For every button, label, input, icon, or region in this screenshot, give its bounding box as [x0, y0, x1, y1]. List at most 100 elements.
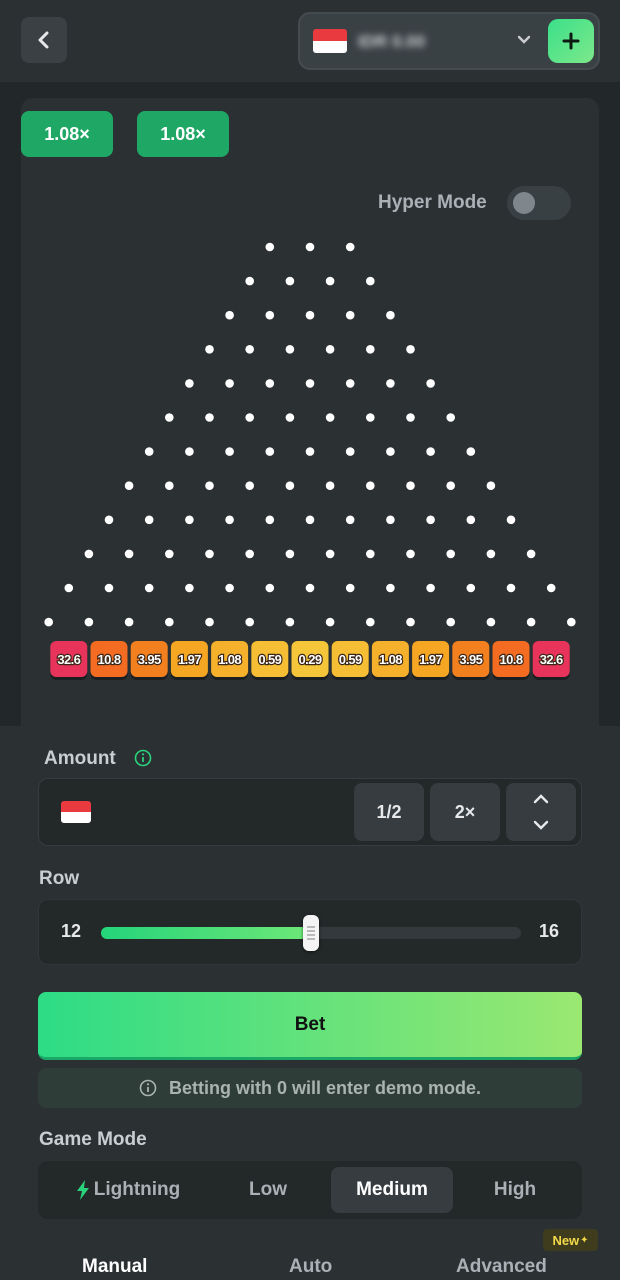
peg: [265, 447, 275, 456]
peg: [366, 481, 375, 491]
row-slider[interactable]: [101, 915, 521, 951]
peg: [426, 583, 435, 593]
bet-button[interactable]: Bet: [38, 992, 582, 1060]
amount-input[interactable]: [101, 789, 325, 837]
peg: [526, 617, 536, 627]
amount-input-group: 1/2 2×: [38, 778, 582, 846]
peg: [426, 379, 435, 388]
multiplier-bucket: 0.59: [251, 641, 289, 680]
multiplier-bucket: 1.97: [170, 641, 208, 680]
peg: [205, 413, 214, 422]
mode-option-lightning[interactable]: Lightning: [58, 1167, 198, 1213]
half-amount-button[interactable]: 1/2: [354, 783, 424, 841]
multiplier-bucket: 3.95: [130, 641, 168, 680]
chevron-up-down-icon: [533, 794, 549, 830]
bucket-multiplier-label: 3.95: [459, 652, 482, 667]
peg: [305, 515, 315, 525]
tab-advanced[interactable]: Advanced: [456, 1256, 547, 1278]
peg: [305, 242, 315, 252]
peg: [124, 549, 134, 559]
peg: [506, 583, 516, 593]
peg: [325, 413, 335, 422]
multiplier-bucket: 10.8: [90, 641, 128, 680]
peg: [265, 310, 275, 320]
game-mode-label: Game Mode: [39, 1129, 147, 1150]
peg: [325, 481, 335, 491]
peg: [366, 413, 375, 422]
mode-option-low[interactable]: Low: [208, 1167, 328, 1213]
peg: [165, 549, 174, 559]
peg: [406, 345, 415, 354]
peg: [124, 617, 134, 627]
row-slider-handle[interactable]: [303, 915, 319, 951]
peg: [386, 583, 395, 593]
peg: [185, 379, 194, 388]
peg: [486, 617, 496, 627]
peg: [165, 617, 174, 627]
double-amount-button[interactable]: 2×: [430, 783, 500, 841]
multiplier-bucket: 1.97: [412, 641, 450, 680]
peg: [285, 276, 295, 286]
peg: [345, 310, 355, 320]
multiplier-bucket: 0.59: [331, 641, 369, 680]
peg: [205, 617, 214, 627]
sparkle-icon: ✦: [580, 1234, 589, 1246]
peg: [245, 549, 254, 559]
multiplier-bucket: 32.6: [532, 641, 570, 680]
peg: [205, 481, 214, 491]
bucket-multiplier-label: 3.95: [138, 652, 161, 667]
peg: [386, 447, 395, 456]
peg: [366, 617, 375, 627]
peg: [185, 583, 194, 593]
row-slider-fill: [101, 927, 311, 939]
peg: [446, 481, 456, 491]
peg: [486, 481, 496, 491]
amount-stepper-button[interactable]: [506, 783, 576, 841]
bucket-multiplier-label: 1.97: [178, 652, 201, 667]
multiplier-bucket: 3.95: [452, 641, 490, 680]
plinko-board: 32.6 10.8 3.95 1.97 1.08 0.59 0.29 0.59 1.08 1.97…: [44, 242, 576, 680]
tab-auto[interactable]: Auto: [289, 1256, 332, 1278]
peg: [305, 310, 315, 320]
row-min-value: 12: [61, 921, 82, 941]
peg: [426, 447, 435, 456]
peg: [305, 379, 315, 388]
peg: [225, 310, 234, 320]
game-mode-selector: Lightning Low Medium High: [38, 1161, 582, 1219]
peg: [366, 276, 375, 286]
peg: [84, 549, 94, 559]
info-icon: [139, 1079, 157, 1097]
peg: [185, 447, 194, 456]
peg: [285, 617, 295, 627]
peg: [144, 515, 154, 525]
peg: [205, 345, 214, 354]
currency-flag-icon: [61, 801, 91, 823]
bucket-multiplier-label: 1.97: [419, 652, 442, 667]
peg: [225, 515, 234, 525]
multiplier-bucket: 1.08: [211, 641, 249, 680]
peg: [305, 583, 315, 593]
peg: [225, 447, 234, 456]
peg: [265, 515, 275, 525]
peg: [345, 447, 355, 456]
tab-manual[interactable]: Manual: [82, 1256, 147, 1278]
peg: [185, 515, 194, 525]
bucket-multiplier-label: 32.6: [57, 652, 80, 667]
mode-option-high[interactable]: High: [456, 1167, 574, 1213]
peg: [345, 515, 355, 525]
peg: [124, 481, 134, 491]
peg: [366, 549, 375, 559]
peg: [406, 481, 415, 491]
peg: [466, 515, 476, 525]
bucket-multiplier-label: 1.08: [379, 652, 402, 667]
bucket-multiplier-label: 10.8: [500, 652, 523, 667]
bucket-multiplier-label: 10.8: [98, 652, 121, 667]
row-slider-group: 12 16: [38, 899, 582, 965]
peg: [104, 515, 114, 525]
demo-mode-notice: Betting with 0 will enter demo mode.: [38, 1068, 582, 1108]
peg: [446, 413, 456, 422]
info-icon[interactable]: [134, 749, 152, 767]
peg: [325, 549, 335, 559]
peg: [64, 583, 74, 593]
mode-option-medium[interactable]: Medium: [331, 1167, 453, 1213]
